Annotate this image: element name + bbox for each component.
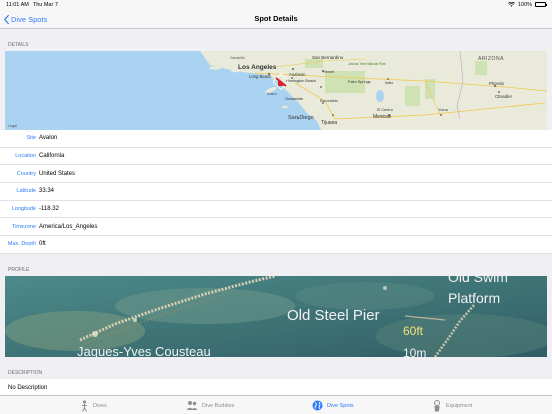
map-label-san-bernardino: San Bernardino <box>312 55 344 60</box>
map-label-san-diego: San Diego <box>288 115 314 121</box>
map-label-mexicali: Mexicali <box>373 114 391 120</box>
detail-value: -118.32 <box>39 206 59 213</box>
map-label-camarillo: Camarillo <box>230 56 245 60</box>
navigation-bar: Dive Spots Spot Details <box>0 9 552 29</box>
map-label-yuma: Yuma <box>438 108 449 112</box>
tab-dives[interactable]: Dives <box>80 396 107 414</box>
detail-row-latitude: Latitude 33.34 <box>0 183 552 201</box>
dive-site-profile-image[interactable]: Old Steel Pier Old Swim Platform 60ft 10… <box>5 275 547 357</box>
map-label-anaheim: Anaheim <box>289 72 306 77</box>
back-button-label: Dive Spots <box>11 14 48 24</box>
chevron-left-icon <box>4 14 9 24</box>
detail-value: 0ft <box>39 241 46 248</box>
tab-dive-buddies-label: Dive Buddies <box>202 402 235 409</box>
detail-value: Avalon <box>39 135 58 142</box>
map-label-chandler: Chandler <box>495 94 513 99</box>
wifi-icon <box>507 2 515 7</box>
description-section-header: DESCRIPTION <box>8 369 43 376</box>
profile-label-old-swim-2: Platform <box>448 290 500 306</box>
map-label-indio: Indio <box>385 81 393 85</box>
detail-row-longitude: Longitude -118.32 <box>0 201 552 219</box>
status-date: Thu Mar 7 <box>32 1 58 8</box>
status-time: 11:01 AM <box>6 1 29 8</box>
map-label-escondido: Escondido <box>320 99 338 103</box>
battery-icon <box>535 2 547 7</box>
details-list: Site Avalon Location California Country … <box>0 130 552 254</box>
description-row: No Description <box>0 378 552 395</box>
tab-dive-spots-label: Dive Spots <box>327 402 354 409</box>
detail-value: California <box>39 153 65 160</box>
detail-label: Country <box>16 170 36 177</box>
profile-section-header: PROFILE <box>8 266 30 273</box>
map-label-los-angeles: Los Angeles <box>238 64 277 71</box>
diver-icon <box>82 399 87 412</box>
back-button[interactable]: Dive Spots <box>4 12 47 26</box>
details-section-header: DETAILS <box>8 42 29 48</box>
map-label-tijuana: Tijuana <box>321 120 337 126</box>
buddies-icon <box>186 401 198 410</box>
detail-label: Max. Depth <box>7 241 36 248</box>
detail-row-max-depth: Max. Depth 0ft <box>0 236 552 254</box>
tab-dive-spots[interactable]: Dive Spots <box>312 396 354 414</box>
profile-label-depth: 60ft <box>403 324 424 338</box>
detail-value: 33.34 <box>39 188 55 195</box>
detail-value: United States <box>39 170 76 177</box>
detail-label: Timezone <box>12 223 36 230</box>
status-bar: 11:01 AM Thu Mar 7 100% <box>0 0 552 9</box>
spot-details-content[interactable]: DETAILS San Bernardino Los Angeles Camar… <box>0 29 552 395</box>
equipment-icon <box>434 399 440 411</box>
tab-bar: Dives Dive Buddies Dive Spots Equipment <box>0 395 552 414</box>
profile-label-old-steel-pier: Old Steel Pier <box>287 307 380 324</box>
map-legal-link[interactable]: Legal <box>8 124 17 128</box>
map-label-huntington-beach: Huntington Beach <box>286 79 316 83</box>
detail-label: Location <box>15 153 36 160</box>
map-label-joshua-tree: Joshua Tree National Park <box>348 62 386 66</box>
map-label-hemet: Hemet <box>323 70 335 74</box>
detail-row-site: Site Avalon <box>0 130 552 148</box>
map-label-avalon: Avalon <box>267 92 277 96</box>
map-label-el-centro: El Centro <box>377 108 393 112</box>
map-label-long-beach: Long Beach <box>249 74 272 79</box>
map-label-palm-springs: Palm Springs <box>348 80 371 84</box>
map-label-oceanside: Oceanside <box>285 97 303 101</box>
detail-row-location: Location California <box>0 148 552 166</box>
profile-label-depth-metric: 10m <box>403 346 426 357</box>
detail-row-timezone: Timezone America/Los_Angeles <box>0 218 552 237</box>
detail-value: America/Los_Angeles <box>39 223 98 230</box>
tab-equipment[interactable]: Equipment <box>432 396 472 414</box>
description-text: No Description <box>8 384 48 391</box>
detail-row-country: Country United States <box>0 165 552 184</box>
location-map[interactable]: San Bernardino Los Angeles Camarillo Ana… <box>5 51 547 130</box>
profile-label-cousteau: Jaques-Yves Cousteau <box>77 344 211 357</box>
detail-label: Site <box>26 135 36 142</box>
globe-icon <box>312 400 323 411</box>
page-title: Spot Details <box>254 14 298 23</box>
detail-label: Longitude <box>11 206 36 213</box>
detail-label: Latitude <box>16 188 36 195</box>
map-label-arizona: ARIZONA <box>478 56 504 62</box>
tab-dives-label: Dives <box>93 402 107 409</box>
profile-label-old-swim-1: Old Swim <box>448 276 508 285</box>
battery-percent: 100% <box>517 1 532 8</box>
tab-dive-buddies[interactable]: Dive Buddies <box>186 396 234 414</box>
map-label-phoenix: Phoenix <box>489 81 505 86</box>
tab-equipment-label: Equipment <box>446 402 473 409</box>
